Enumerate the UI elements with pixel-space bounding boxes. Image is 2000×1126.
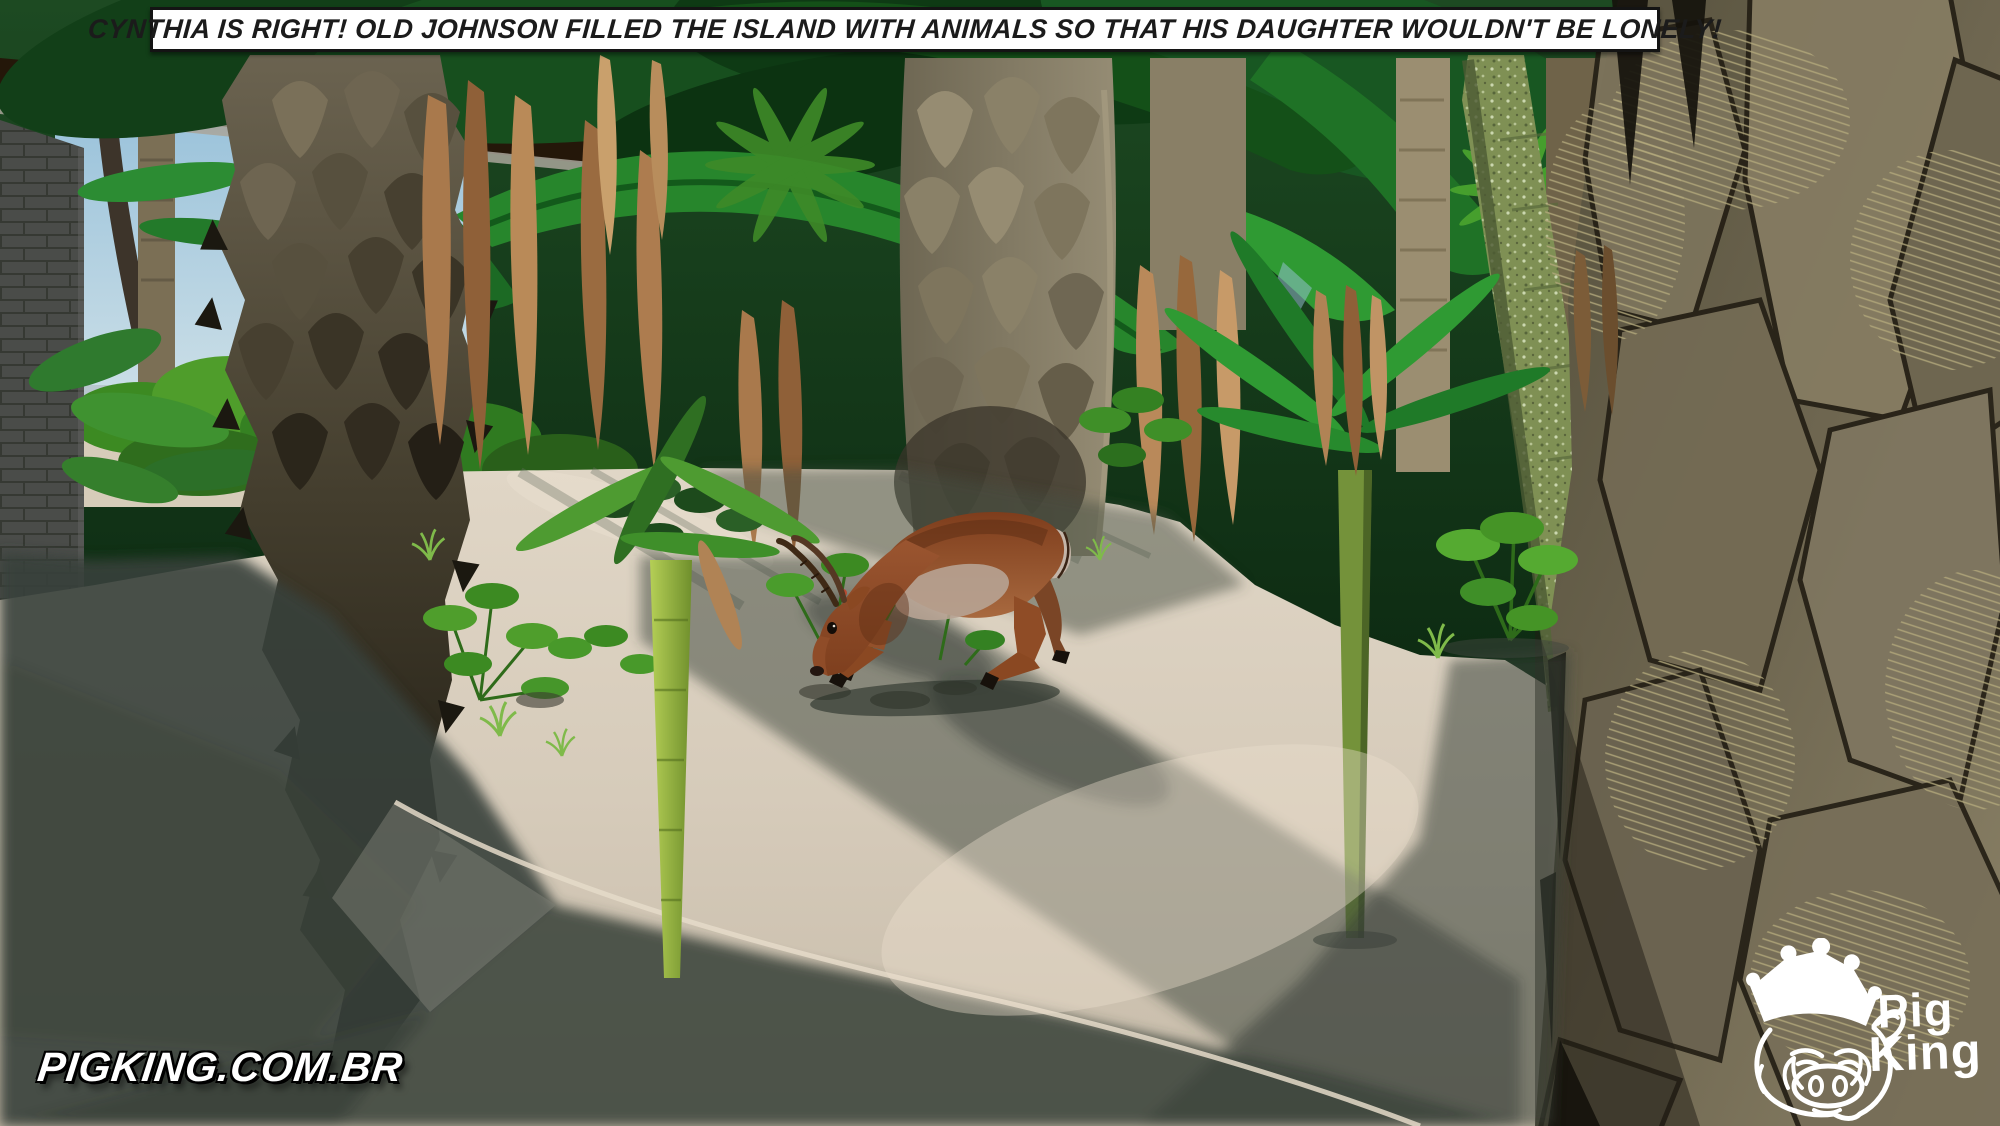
caption-text: CYNTHIA IS RIGHT! OLD JOHNSON FILLED THE…: [87, 14, 1723, 45]
pig-right-eye: [1836, 1050, 1862, 1066]
pig-king-logo: Pig King: [1740, 938, 2000, 1126]
comic-panel: CYNTHIA IS RIGHT! OLD JOHNSON FILLED THE…: [0, 0, 2000, 1126]
watermark-text: PIGKING.COM.BR: [35, 1044, 406, 1091]
pig-left-eye: [1792, 1050, 1822, 1066]
caption-box: CYNTHIA IS RIGHT! OLD JOHNSON FILLED THE…: [150, 7, 1660, 52]
logo-text: Pig King: [1876, 986, 1982, 1078]
gazelle-nose: [810, 666, 824, 676]
logo-word-king: King: [1868, 1029, 1982, 1078]
crown-icon: [1746, 938, 1882, 1026]
watermark: PIGKING.COM.BR: [38, 1044, 403, 1091]
pig-snout: [1794, 1066, 1862, 1106]
gazelle-eye: [827, 622, 837, 634]
island-scene-render: [0, 0, 2000, 1126]
